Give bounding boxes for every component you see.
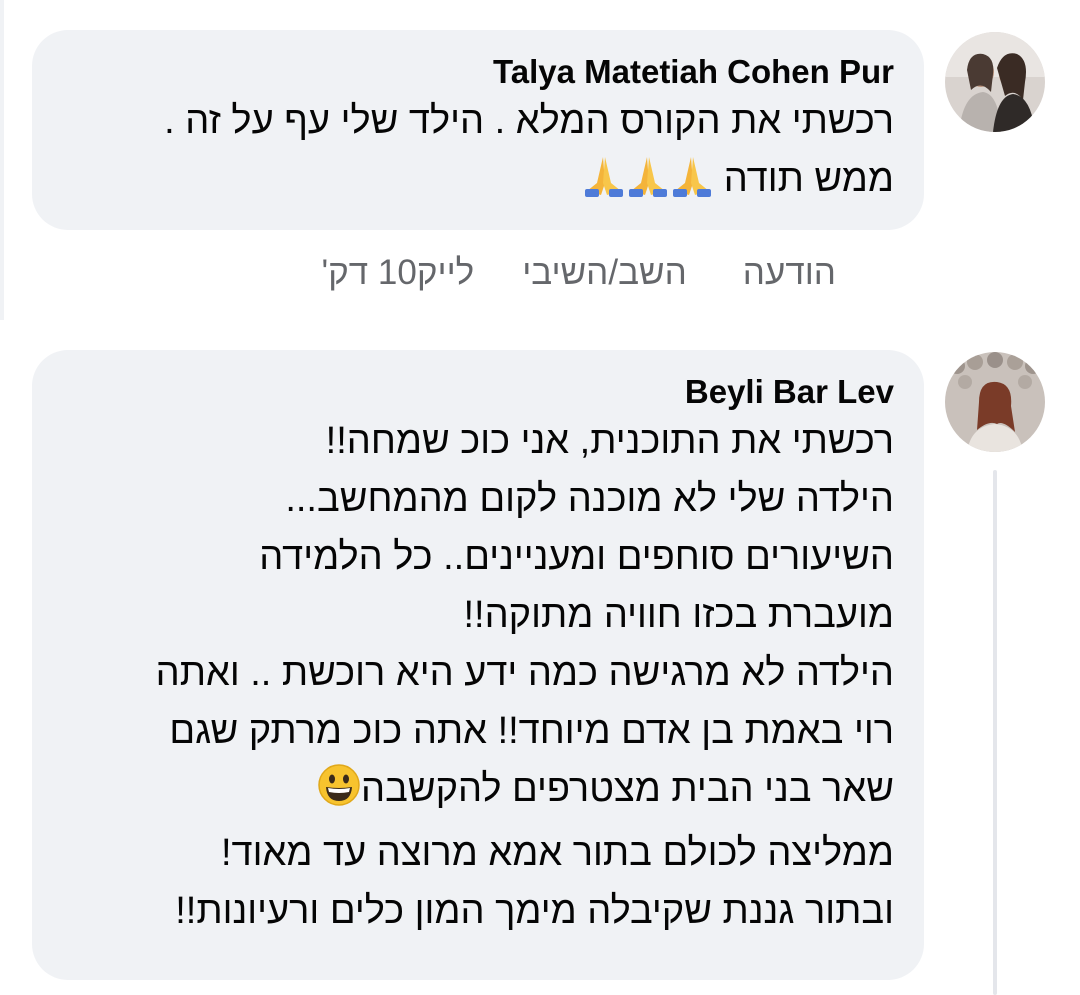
profile-photo-icon bbox=[945, 32, 1045, 132]
comment-text-line: הילדה לא מרגישה כמה ידע היא רוכשת .. ואת… bbox=[155, 652, 894, 694]
comment-text-line: רכשתי את הקורס המלא . הילד שלי עף על זה … bbox=[164, 100, 894, 142]
comment-text-line: השיעורים סוחפים ומעניינים.. כל הלמידה bbox=[259, 536, 894, 578]
comment-author[interactable]: Talya Matetiah Cohen Pur bbox=[62, 52, 894, 92]
avatar-beyli[interactable] bbox=[945, 352, 1045, 452]
comment-text-line: רוי באמת בן אדם מיוחד!! אתה כוכ מרתק שגם bbox=[169, 710, 894, 752]
comment-text-line: ממליצה לכולם בתור אמא מרוצה עד מאוד! bbox=[221, 832, 894, 874]
comment-text-line: ממש תודה bbox=[723, 158, 894, 200]
comment-text-line: מועברת בכזו חוויה מתוקה!! bbox=[463, 594, 894, 636]
comment-bubble: Talya Matetiah Cohen Pur רכשתי את הקורס … bbox=[32, 30, 924, 230]
comment-text-line: רכשתי את התוכנית, אני כוכ שמחה!! bbox=[325, 420, 894, 462]
reply-thread-line bbox=[993, 470, 997, 995]
comment-bubble: Beyli Bar Lev רכשתי את התוכנית, אני כוכ … bbox=[32, 350, 924, 980]
like-link[interactable]: לייק bbox=[417, 248, 474, 298]
comment-text-line: שאר בני הבית מצטרפים להקשבה bbox=[361, 768, 894, 810]
profile-photo-icon bbox=[945, 352, 1045, 452]
message-link[interactable]: הודעה bbox=[743, 248, 836, 298]
comment-actions: 10 דק' לייק השב/השיבי הודעה bbox=[321, 248, 896, 298]
comment-text-line: הילדה שלי לא מוכנה לקום מהמחשב... bbox=[285, 478, 894, 520]
avatar-talya[interactable] bbox=[945, 32, 1045, 132]
grinning-face-icon bbox=[317, 763, 361, 824]
comment-text-line-with-emoji: ממש תודה bbox=[62, 150, 894, 214]
folded-hands-icon bbox=[583, 153, 713, 214]
reply-link[interactable]: השב/השיבי bbox=[522, 248, 687, 298]
comment-author[interactable]: Beyli Bar Lev bbox=[62, 372, 894, 412]
comment-text-line-with-emoji: שאר בני הבית מצטרפים להקשבה bbox=[62, 760, 894, 824]
comment-timestamp[interactable]: 10 דק' bbox=[321, 248, 416, 298]
comment-text-line: ובתור גננת שקיבלה מימך המון כלים ורעיונו… bbox=[175, 890, 894, 932]
left-edge-divider bbox=[0, 0, 4, 320]
